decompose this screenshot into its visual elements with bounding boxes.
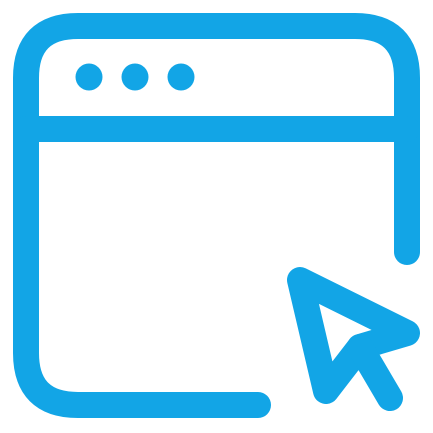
window-dot-icon <box>75 63 103 91</box>
window-dot-icon <box>167 63 195 91</box>
browser-window-click-icon <box>13 13 420 418</box>
cursor-tail-icon <box>347 334 403 411</box>
window-dot-icon <box>121 63 149 91</box>
icon-canvas <box>0 0 433 433</box>
